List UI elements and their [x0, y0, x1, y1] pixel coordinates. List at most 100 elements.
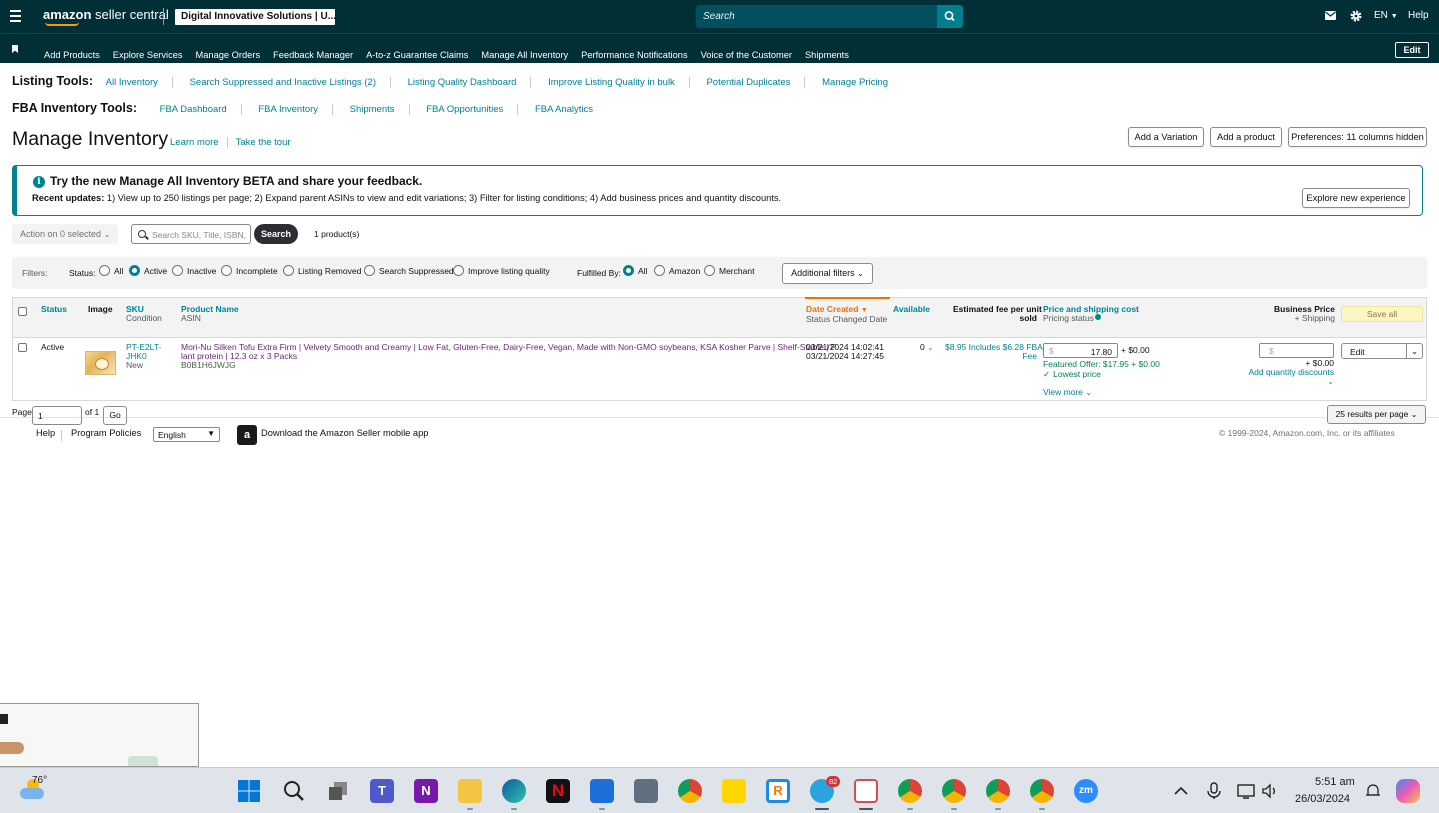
link-suppressed-listings[interactable]: Search Suppressed and Inactive Listings …: [190, 77, 376, 88]
network-icon[interactable]: [1237, 782, 1255, 800]
nav-item-voice-of-customer[interactable]: Voice of the Customer: [701, 50, 792, 60]
copilot-icon[interactable]: [1396, 779, 1420, 803]
notifications-icon[interactable]: [1364, 782, 1382, 800]
footer-help-link[interactable]: Help: [36, 428, 55, 438]
col-product-name[interactable]: Product Name ASIN: [181, 305, 239, 323]
chrome-profile-icon[interactable]: [986, 779, 1010, 803]
link-fba-analytics[interactable]: FBA Analytics: [535, 104, 593, 115]
link-fba-inventory[interactable]: FBA Inventory: [258, 104, 318, 115]
bookmark-icon[interactable]: [12, 45, 18, 53]
zoom-icon[interactable]: zm: [1074, 779, 1098, 803]
add-variation-button[interactable]: Add a Variation: [1128, 127, 1204, 147]
fulfilled-filter-amazon[interactable]: Amazon: [654, 265, 700, 277]
status-filter-all[interactable]: All: [99, 265, 123, 277]
chrome-profile-icon[interactable]: [898, 779, 922, 803]
chrome-profile-icon[interactable]: [1030, 779, 1054, 803]
nav-item-performance-notifications[interactable]: Performance Notifications: [581, 50, 687, 60]
select-all-checkbox[interactable]: [18, 307, 27, 316]
page-number-input[interactable]: 1: [32, 406, 82, 425]
global-search-button[interactable]: [937, 5, 963, 28]
link-fba-shipments[interactable]: Shipments: [350, 104, 395, 115]
link-listing-quality-dashboard[interactable]: Listing Quality Dashboard: [408, 77, 517, 88]
link-manage-pricing[interactable]: Manage Pricing: [822, 77, 888, 88]
row-fee[interactable]: $8.95 Includes $6.28 FBA Fee: [945, 343, 1043, 361]
additional-filters-button[interactable]: Additional filters ⌄: [782, 263, 873, 284]
chrome-profile-icon[interactable]: [942, 779, 966, 803]
language-selector[interactable]: EN ▼: [1374, 10, 1398, 21]
results-per-page-dropdown[interactable]: 25 results per page ⌄: [1327, 405, 1426, 424]
take-tour-link[interactable]: Take the tour: [236, 137, 291, 148]
chevron-down-icon[interactable]: ⌄: [1327, 377, 1334, 386]
remote-app-icon[interactable]: R: [766, 779, 790, 803]
col-status[interactable]: Status: [41, 305, 67, 314]
chevron-up-icon[interactable]: [1172, 782, 1190, 800]
sticky-notes-icon[interactable]: [722, 779, 746, 803]
product-image[interactable]: [85, 351, 116, 375]
download-app-link[interactable]: Download the Amazon Seller mobile app: [261, 428, 428, 438]
task-view-icon[interactable]: [326, 779, 350, 803]
footer-language-select[interactable]: English ▼: [153, 427, 220, 442]
footer-policies-link[interactable]: Program Policies: [71, 428, 141, 438]
link-potential-duplicates[interactable]: Potential Duplicates: [706, 77, 790, 88]
netflix-icon[interactable]: N: [546, 779, 570, 803]
search-icon[interactable]: [282, 779, 306, 803]
global-search-input[interactable]: Search: [696, 5, 937, 28]
teams-icon[interactable]: T: [370, 779, 394, 803]
save-all-button[interactable]: Save all: [1341, 306, 1423, 322]
edit-nav-button[interactable]: Edit: [1395, 42, 1429, 58]
status-filter-listing-removed[interactable]: Listing Removed: [283, 265, 361, 277]
nav-item-shipments[interactable]: Shipments: [805, 50, 849, 60]
notepad-icon[interactable]: [590, 779, 614, 803]
help-link[interactable]: Help: [1408, 10, 1429, 21]
explore-new-experience-button[interactable]: Explore new experience: [1302, 188, 1410, 208]
nav-item-a-to-z-claims[interactable]: A-to-z Guarantee Claims: [366, 50, 468, 60]
onenote-icon[interactable]: N: [414, 779, 438, 803]
business-price-input[interactable]: $: [1259, 343, 1334, 358]
info-icon[interactable]: [1095, 314, 1102, 320]
col-price[interactable]: Price and shipping cost Pricing status: [1043, 305, 1139, 323]
status-filter-inactive[interactable]: Inactive: [172, 265, 216, 277]
fulfilled-filter-all[interactable]: All: [623, 265, 647, 277]
col-sku[interactable]: SKU Condition: [126, 305, 162, 323]
view-more-link[interactable]: View more ⌄: [1043, 388, 1092, 398]
account-selector[interactable]: Digital Innovative Solutions | U...: [175, 9, 335, 25]
fulfilled-filter-merchant[interactable]: Merchant: [704, 265, 754, 277]
nav-item-add-products[interactable]: Add Products: [44, 50, 100, 60]
col-date-created[interactable]: Date Created ▼ Status Changed Date: [806, 305, 887, 324]
row-edit-button[interactable]: Edit ⌄: [1341, 343, 1423, 359]
seller-central-logo[interactable]: amazon seller central: [43, 7, 169, 26]
gear-icon[interactable]: [1350, 10, 1362, 22]
preferences-button[interactable]: Preferences: 11 columns hidden: [1288, 127, 1427, 147]
bulk-action-dropdown[interactable]: Action on 0 selected ⌄: [12, 224, 118, 244]
nav-item-manage-all-inventory[interactable]: Manage All Inventory: [481, 50, 568, 60]
taskbar-date[interactable]: 26/03/2024: [1295, 793, 1350, 805]
row-checkbox[interactable]: [18, 343, 27, 352]
nav-item-explore-services[interactable]: Explore Services: [113, 50, 183, 60]
status-filter-incomplete[interactable]: Incomplete: [221, 265, 278, 277]
microphone-icon[interactable]: [1206, 782, 1222, 800]
page-go-button[interactable]: Go: [103, 406, 127, 425]
taskbar-time[interactable]: 5:51 am: [1315, 776, 1355, 788]
status-filter-search-suppressed[interactable]: Search Suppressed: [364, 265, 454, 277]
snipping-tool-icon[interactable]: [854, 779, 878, 803]
amazon-app-icon[interactable]: a: [237, 425, 257, 445]
add-quantity-discounts-link[interactable]: Add quantity discounts: [1233, 368, 1334, 377]
link-improve-quality-bulk[interactable]: Improve Listing Quality in bulk: [548, 77, 675, 88]
row-sku[interactable]: PT-E2LT- JHK0 New: [126, 343, 161, 370]
link-all-inventory[interactable]: All Inventory: [106, 77, 158, 88]
menu-icon[interactable]: [10, 10, 21, 22]
row-product-name[interactable]: Mori-Nu Silken Tofu Extra Firm | Velvety…: [181, 343, 836, 370]
chrome-icon[interactable]: [678, 779, 702, 803]
calculator-icon[interactable]: [634, 779, 658, 803]
add-product-button[interactable]: Add a product: [1210, 127, 1282, 147]
price-input[interactable]: $17.80: [1043, 343, 1118, 358]
link-fba-opportunities[interactable]: FBA Opportunities: [426, 104, 503, 115]
chevron-down-icon[interactable]: ⌄: [1406, 344, 1422, 358]
inventory-search-button[interactable]: Search: [254, 224, 298, 244]
learn-more-link[interactable]: Learn more: [170, 137, 219, 148]
volume-icon[interactable]: [1261, 782, 1279, 800]
file-explorer-icon[interactable]: [458, 779, 482, 803]
video-preview-thumbnail[interactable]: [0, 703, 199, 767]
status-filter-improve-quality[interactable]: Improve listing quality: [453, 265, 550, 277]
link-fba-dashboard[interactable]: FBA Dashboard: [160, 104, 227, 115]
